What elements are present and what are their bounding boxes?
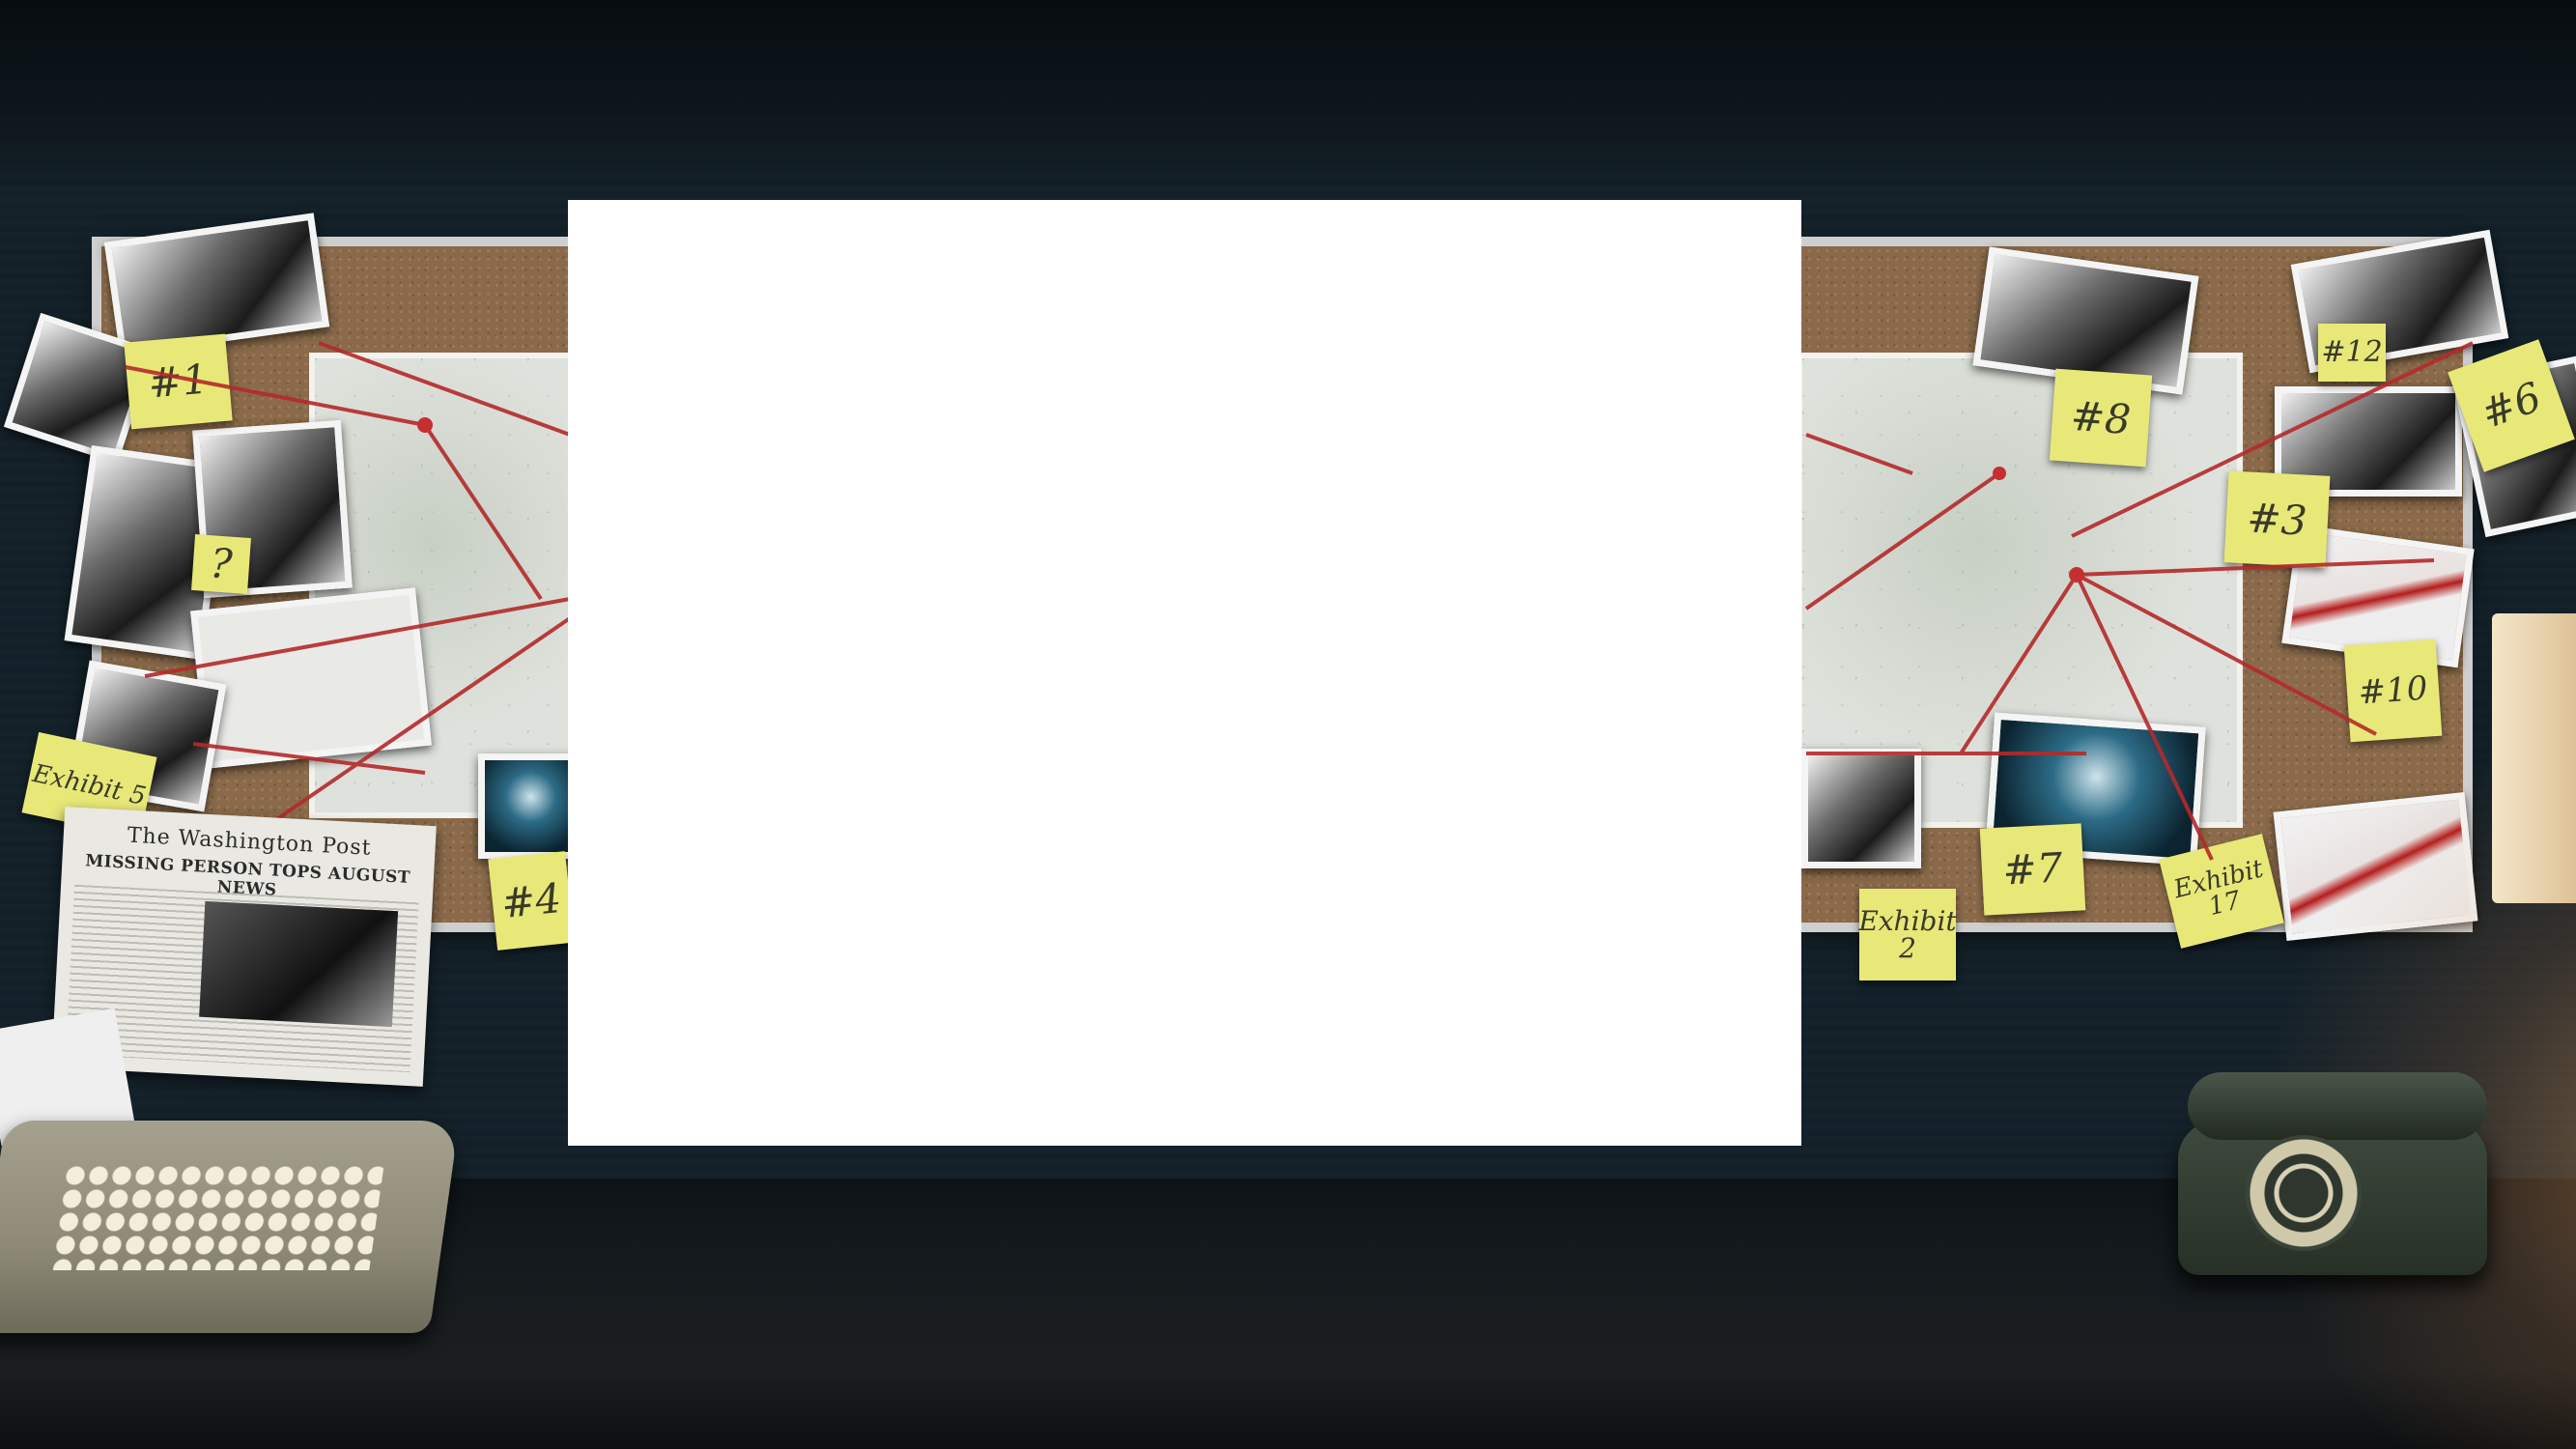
detective-scene: #1 ? Exhibit 5 #4 #8 #12 #6 #3 #10 #7 Ex… bbox=[0, 0, 2576, 1449]
typewriter-keys bbox=[50, 1164, 384, 1270]
fingerprint-card bbox=[190, 587, 432, 769]
sticky-note: #4 bbox=[488, 851, 575, 951]
sticky-note: Exhibit 2 bbox=[1858, 889, 1957, 980]
sticky-note: #8 bbox=[2049, 368, 2153, 468]
sticky-note: #3 bbox=[2223, 470, 2331, 568]
wall-shadow bbox=[0, 0, 2576, 193]
typewriter bbox=[0, 1008, 473, 1362]
sticky-note: #12 bbox=[2318, 324, 2386, 382]
phone-dial bbox=[2246, 1135, 2362, 1251]
phone-handset bbox=[2188, 1072, 2487, 1140]
newspaper-photo bbox=[199, 900, 399, 1028]
evidence-photo bbox=[1801, 749, 1921, 868]
sticky-note: ? bbox=[191, 534, 251, 594]
sticky-note: #7 bbox=[1979, 823, 2086, 916]
blank-white-panel bbox=[568, 200, 1801, 1146]
rotary-phone bbox=[2168, 1072, 2497, 1280]
sticky-note: #1 bbox=[124, 333, 233, 430]
lamp-shade bbox=[2492, 613, 2576, 903]
